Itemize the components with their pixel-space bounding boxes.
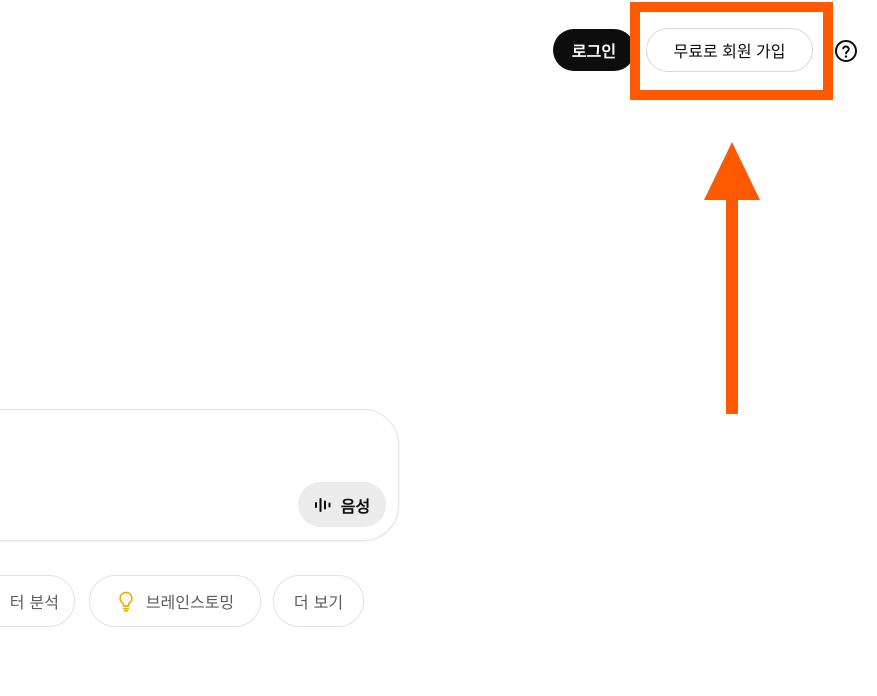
suggestion-chip-more[interactable]: 더 보기 <box>273 575 364 627</box>
arrow-up-icon <box>704 142 760 414</box>
voice-label: 음성 <box>340 498 371 516</box>
page: 로그인 무료로 회원 가입 음성 터 분석 브레인스토밍 더 보기 <box>0 0 877 696</box>
suggestion-label: 더 보기 <box>293 593 344 612</box>
waveform-icon <box>314 497 331 512</box>
lightbulb-icon <box>119 591 133 612</box>
highlight-box <box>630 2 833 100</box>
suggestion-label: 터 분석 <box>9 593 59 612</box>
suggestion-chip-brainstorm[interactable]: 브레인스토밍 <box>89 575 261 627</box>
suggestion-label: 브레인스토밍 <box>145 593 235 612</box>
voice-button[interactable]: 음성 <box>298 482 386 527</box>
question-circle-icon[interactable] <box>834 39 858 63</box>
suggestion-chip-data-analysis[interactable]: 터 분석 <box>0 575 75 627</box>
login-button[interactable]: 로그인 <box>553 29 635 71</box>
